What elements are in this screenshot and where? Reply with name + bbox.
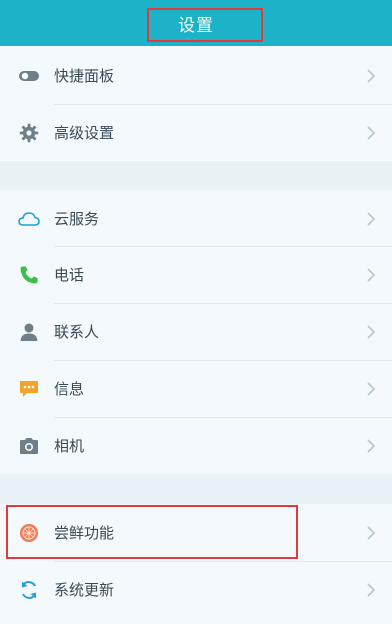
- settings-item-advanced[interactable]: 高级设置: [0, 104, 392, 161]
- settings-item-camera[interactable]: 相机: [0, 417, 392, 474]
- phone-icon: [18, 264, 40, 286]
- chevron-right-icon: [367, 267, 376, 282]
- cloud-icon: [18, 208, 40, 230]
- person-icon: [18, 321, 40, 343]
- lab-icon: [18, 522, 40, 544]
- chevron-right-icon: [367, 582, 376, 597]
- chevron-right-icon: [367, 525, 376, 540]
- settings-item-cloud[interactable]: 云服务: [0, 190, 392, 247]
- camera-icon: [18, 435, 40, 457]
- settings-item-messages[interactable]: 信息: [0, 360, 392, 417]
- title-bar: 设置: [0, 0, 392, 46]
- chevron-right-icon: [367, 68, 376, 83]
- section-gap: [0, 161, 392, 190]
- settings-item-label: 电话: [54, 266, 85, 284]
- settings-item-label: 相机: [54, 437, 85, 455]
- settings-item-label: 高级设置: [54, 124, 115, 142]
- settings-item-label: 系统更新: [54, 581, 115, 599]
- settings-item-label: 尝鲜功能: [54, 524, 115, 542]
- settings-item-labs[interactable]: 尝鲜功能: [0, 504, 392, 561]
- chevron-right-icon: [367, 438, 376, 453]
- settings-item-quick-panel[interactable]: 快捷面板: [0, 47, 392, 104]
- refresh-icon: [18, 579, 40, 601]
- section-gap: [0, 474, 392, 504]
- settings-item-label: 联系人: [54, 323, 100, 341]
- gear-icon: [18, 122, 40, 144]
- chevron-right-icon: [367, 211, 376, 226]
- settings-item-label: 云服务: [54, 210, 100, 228]
- settings-item-label: 快捷面板: [54, 67, 115, 85]
- toggle-icon: [18, 65, 40, 87]
- settings-item-contacts[interactable]: 联系人: [0, 303, 392, 360]
- chevron-right-icon: [367, 125, 376, 140]
- settings-item-label: 信息: [54, 380, 85, 398]
- page-title: 设置: [178, 15, 214, 36]
- chevron-right-icon: [367, 324, 376, 339]
- chevron-right-icon: [367, 381, 376, 396]
- settings-item-system-update[interactable]: 系统更新: [0, 561, 392, 618]
- settings-item-phone[interactable]: 电话: [0, 246, 392, 303]
- message-icon: [18, 378, 40, 400]
